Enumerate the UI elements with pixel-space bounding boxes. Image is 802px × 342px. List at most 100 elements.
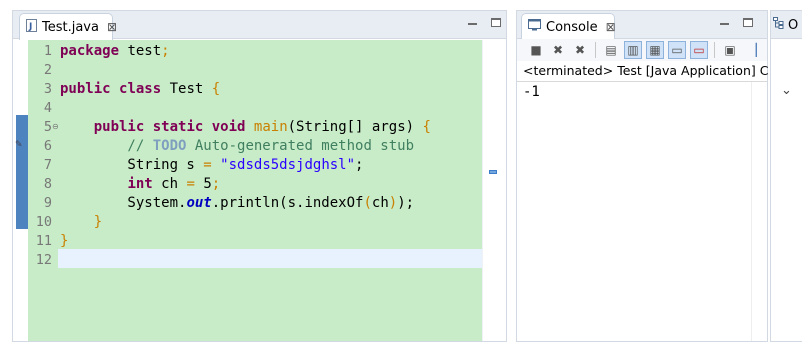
editor-window-controls: [468, 18, 501, 27]
remove-all-icon[interactable]: ✖: [571, 41, 589, 59]
code-token: Test: [161, 81, 212, 97]
code-token: =: [203, 157, 212, 173]
console-toolbar: ■ ✖ ✖ ▤ ▥ ▦ ▭ ▭ ▣ ▕: [517, 39, 767, 61]
console-panel: Console ⊠ ■ ✖ ✖ ▤ ▥ ▦ ▭ ▭ ▣ ▕ <terminate…: [516, 10, 784, 342]
pin-console-icon[interactable]: ▣: [721, 41, 739, 59]
console-output[interactable]: -1: [523, 83, 540, 102]
code-token: //: [60, 138, 153, 154]
code-token: .println(s.indexOf: [211, 195, 364, 211]
open-console-icon[interactable]: ▕: [743, 41, 761, 59]
close-icon[interactable]: ⊠: [606, 20, 616, 34]
code-token: TODO: [152, 138, 187, 154]
line-number: 2: [43, 62, 52, 78]
minimize-icon[interactable]: [468, 22, 477, 26]
line-number: 7: [43, 157, 52, 173]
stop-icon[interactable]: ■: [527, 41, 545, 59]
editor-panel: J Test.java ⊠ ✎ 1 2 3 4 5 ⊖ 6 7 8 9 10 11 12 package…: [12, 10, 507, 342]
code-line[interactable]: // TODO Auto-generated method stub: [60, 137, 414, 156]
line-number: 9: [43, 195, 52, 211]
tab-label: Test.java: [42, 19, 99, 35]
code-token: ;: [355, 157, 364, 173]
code-line[interactable]: }: [60, 232, 68, 251]
code-token: );: [397, 195, 415, 211]
code-line[interactable]: String s = "sdsds5dsjdghsl";: [60, 156, 363, 175]
show-stdout-icon[interactable]: ▭: [668, 41, 686, 59]
code-token: (: [363, 195, 372, 211]
code-token: int: [127, 176, 153, 192]
overview-marker-icon[interactable]: [489, 170, 497, 174]
code-line[interactable]: }: [60, 213, 102, 232]
line-number: 8: [43, 176, 52, 192]
code-token: }: [93, 214, 103, 230]
svg-text:J: J: [28, 22, 32, 32]
code-token: package: [60, 43, 120, 59]
code-token: System.: [60, 195, 187, 211]
toolbar-separator: [595, 42, 596, 58]
tab-console[interactable]: Console ⊠: [521, 13, 616, 40]
tab-test-java[interactable]: J Test.java ⊠: [19, 13, 117, 40]
code-token: ch: [152, 176, 187, 192]
code-line[interactable]: package test;: [60, 42, 170, 61]
line-number: 12: [35, 252, 52, 268]
vertical-ruler-marker: [16, 115, 28, 229]
minimize-icon[interactable]: [720, 22, 729, 26]
code-token: out: [186, 195, 212, 211]
console-divider: [517, 81, 767, 82]
maximize-icon[interactable]: [743, 18, 753, 27]
line-number: 1: [43, 43, 52, 59]
scroll-lock-icon[interactable]: ▥: [624, 41, 642, 59]
overview-ruler[interactable]: [482, 40, 506, 341]
code-token: ;: [211, 176, 221, 192]
remove-launch-icon[interactable]: ✖: [549, 41, 567, 59]
code-token: {: [211, 81, 221, 97]
code-token: ;: [161, 43, 170, 59]
word-wrap-icon[interactable]: ▦: [646, 41, 664, 59]
code-token: main: [253, 119, 288, 135]
task-marker-icon: ✎: [15, 140, 23, 150]
outline-panel: O ⌄: [770, 10, 802, 342]
code-token: 5: [194, 176, 212, 192]
outline-tabbar: O: [771, 11, 802, 39]
code-line[interactable]: public static void main(String[] args) {: [60, 118, 431, 137]
java-file-icon: J: [26, 18, 37, 36]
tab-outline[interactable]: O: [773, 17, 798, 33]
code-token: {: [422, 119, 431, 135]
code-token: class: [119, 81, 162, 97]
line-number: 3: [43, 81, 52, 97]
code-token: test: [119, 43, 162, 59]
console-status-label: <terminated> Test [Java Application] C:\…: [523, 63, 785, 78]
clear-console-icon[interactable]: ▤: [602, 41, 620, 59]
code-token: void: [211, 119, 246, 135]
code-line[interactable]: public class Test {: [60, 80, 220, 99]
code-line[interactable]: int ch = 5;: [60, 175, 220, 194]
line-number: 5: [43, 119, 52, 135]
show-stderr-icon[interactable]: ▭: [690, 41, 708, 59]
code-token: "sdsds5dsjdghsl": [220, 157, 356, 173]
current-line-highlight: [58, 249, 482, 268]
console-window-controls: [720, 18, 753, 27]
code-line[interactable]: System.out.println(s.indexOf(ch));: [60, 194, 414, 213]
line-number: 10: [35, 214, 52, 230]
tab-label: Console: [546, 19, 598, 35]
code-token: public: [60, 81, 111, 97]
tab-label: O: [788, 17, 799, 33]
code-token: (String[] args): [287, 119, 423, 135]
code-editor[interactable]: package test; public class Test { public …: [58, 40, 482, 341]
line-number: 11: [35, 233, 52, 249]
editor-tabbar: J Test.java ⊠: [13, 11, 506, 40]
code-token: Auto-generated method stub: [186, 138, 415, 154]
code-token: ch: [371, 195, 389, 211]
console-icon: [528, 19, 541, 35]
code-token: static: [152, 119, 204, 135]
chevron-down-icon[interactable]: ⌄: [781, 83, 792, 98]
code-token: ): [388, 195, 398, 211]
close-icon[interactable]: ⊠: [107, 20, 117, 34]
maximize-icon[interactable]: [491, 18, 501, 27]
line-number: 4: [43, 100, 52, 116]
console-scrollbar[interactable]: [751, 82, 767, 341]
